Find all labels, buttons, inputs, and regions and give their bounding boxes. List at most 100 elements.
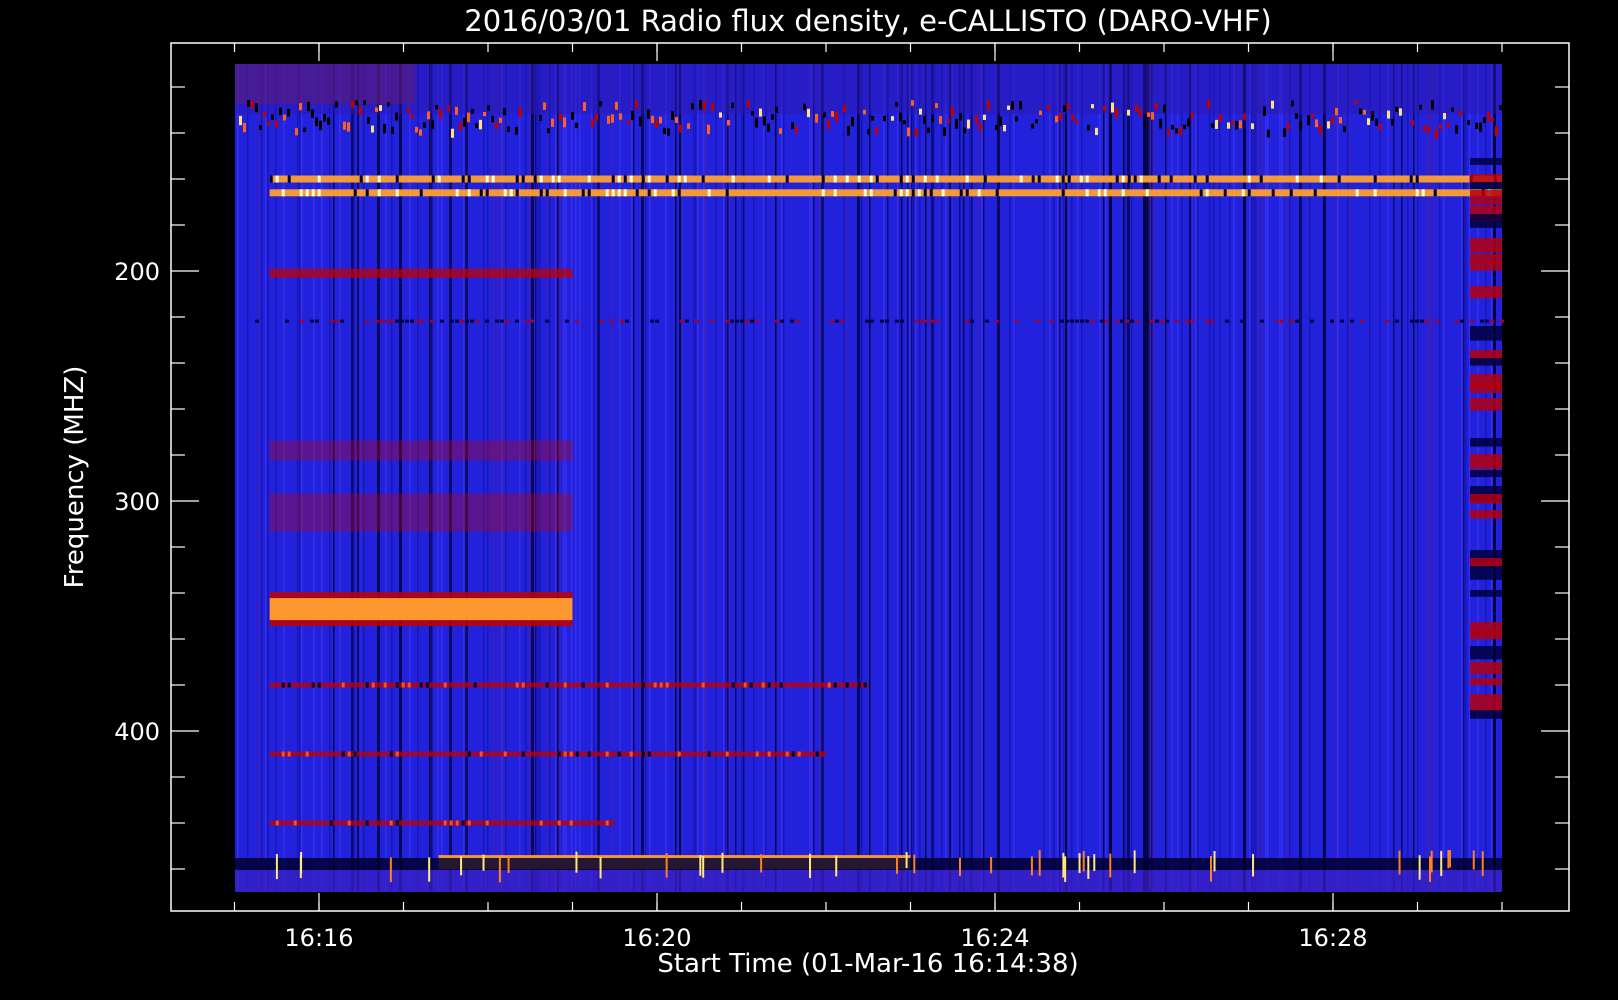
band-speck: [1080, 319, 1084, 323]
top-noise-speck: [583, 102, 586, 111]
texture-streak: [299, 64, 301, 892]
top-noise-speck: [1159, 118, 1162, 129]
texture-streak: [449, 64, 452, 892]
band-speck: [775, 319, 779, 323]
top-noise-speck: [1327, 121, 1330, 129]
top-noise-speck: [519, 107, 522, 118]
texture-streak: [959, 64, 961, 892]
texture-streak: [597, 64, 600, 892]
top-noise-speck: [967, 119, 970, 129]
band-speck: [917, 189, 921, 197]
spike: [1109, 853, 1112, 878]
texture-streak: [933, 64, 935, 892]
band-speck: [285, 319, 289, 323]
band-speck: [893, 189, 897, 197]
band-speck: [701, 682, 705, 688]
band-speck: [341, 682, 345, 688]
texture-streak: [945, 64, 947, 892]
top-noise-speck: [1459, 110, 1462, 116]
top-noise-speck: [1423, 125, 1426, 132]
band-speck: [305, 751, 309, 757]
texture-streak: [1043, 64, 1045, 892]
texture-streak: [619, 64, 621, 892]
top-noise-speck: [1147, 112, 1150, 117]
top-noise-speck: [1399, 108, 1402, 116]
top-noise-speck: [463, 117, 466, 127]
top-noise-speck: [867, 128, 870, 135]
texture-streak: [899, 64, 901, 892]
top-noise-speck: [1267, 129, 1270, 138]
spike: [760, 854, 763, 873]
texture-streak: [941, 64, 943, 892]
band-speck: [515, 319, 519, 323]
band-speck: [1295, 175, 1299, 183]
band-speck: [455, 319, 459, 323]
spike: [1087, 856, 1090, 879]
band-speck: [611, 189, 615, 197]
top-noise-speck: [1475, 122, 1478, 129]
band-speck: [1075, 319, 1079, 323]
top-noise-speck: [1059, 112, 1062, 121]
top-noise-speck: [1251, 123, 1254, 130]
texture-streak: [695, 64, 697, 892]
texture-streak: [257, 64, 259, 892]
top-noise-speck: [943, 127, 946, 137]
band-speck: [865, 319, 869, 323]
top-noise-speck: [907, 127, 910, 137]
texture-streak: [247, 64, 249, 892]
top-noise-speck: [243, 122, 246, 133]
top-noise-speck: [679, 124, 682, 133]
texture-streak: [1077, 64, 1079, 892]
emission-band: [269, 751, 826, 757]
band-speck: [1185, 319, 1189, 323]
texture-streak: [1081, 64, 1083, 892]
band-speck: [1275, 319, 1279, 323]
top-noise-speck: [1183, 124, 1186, 130]
band-speck: [779, 682, 783, 688]
top-noise-speck: [451, 128, 454, 138]
band-speck: [515, 189, 519, 197]
band-core: [269, 682, 869, 688]
top-noise-speck: [659, 116, 662, 124]
texture-streak: [729, 64, 731, 892]
band-speck: [545, 189, 549, 197]
top-noise-speck: [687, 123, 690, 129]
band-speck: [821, 189, 825, 197]
band-speck: [701, 175, 705, 183]
texture-streak: [645, 64, 647, 892]
top-noise-speck: [1483, 117, 1486, 124]
top-noise-speck: [795, 126, 798, 134]
texture-streak: [1177, 64, 1179, 892]
band-speck: [1470, 319, 1474, 323]
texture-streak: [1195, 64, 1197, 892]
top-noise-speck: [667, 128, 670, 136]
texture-streak: [703, 64, 705, 892]
band-speck: [509, 189, 513, 197]
texture-streak: [859, 64, 861, 892]
texture-streak: [633, 64, 635, 892]
band-speck: [985, 319, 989, 323]
texture-streak: [821, 64, 824, 892]
top-noise-speck: [915, 128, 918, 137]
texture-streak: [907, 64, 909, 892]
band-speck: [503, 189, 507, 197]
top-noise-speck: [1359, 108, 1362, 115]
top-noise-speck: [575, 122, 578, 129]
texture-streak: [1153, 64, 1155, 892]
band-speck: [623, 175, 627, 183]
right-edge-speck: [1470, 590, 1502, 597]
band-speck: [1289, 189, 1293, 197]
top-noise-speck: [1103, 105, 1106, 111]
top-noise-speck: [1235, 120, 1238, 130]
texture-streak: [641, 64, 644, 892]
spike: [1418, 855, 1421, 880]
y-tick-label: 400: [114, 718, 160, 746]
top-noise-speck: [471, 109, 474, 114]
texture-streak: [963, 64, 965, 892]
band-speck: [1395, 319, 1399, 323]
band-speck: [833, 175, 837, 183]
band-speck: [869, 175, 873, 183]
band-speck: [830, 319, 834, 323]
band-speck: [785, 175, 789, 183]
band-speck: [1210, 319, 1214, 323]
